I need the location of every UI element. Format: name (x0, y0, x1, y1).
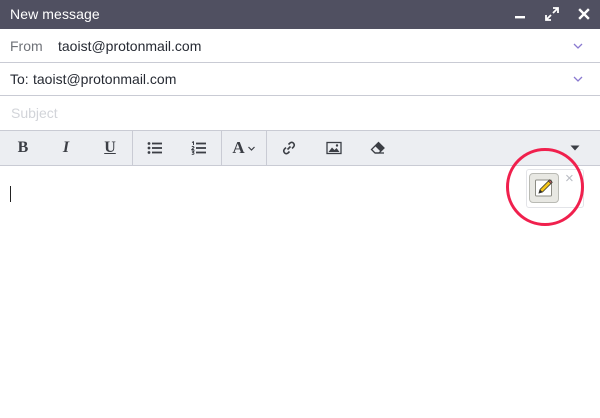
window-title: New message (10, 6, 100, 22)
insert-image-button[interactable] (317, 131, 351, 165)
chevron-down-icon[interactable] (572, 40, 584, 52)
to-row: To: taoist@protonmail.com (0, 63, 600, 96)
link-button[interactable] (272, 131, 306, 165)
underline-button[interactable]: U (93, 131, 127, 165)
recipient-address[interactable]: taoist@protonmail.com (33, 71, 176, 87)
maximize-button[interactable] (542, 4, 562, 24)
minimize-button[interactable] (510, 4, 530, 24)
bold-icon: B (17, 139, 29, 156)
subject-input[interactable] (0, 96, 591, 130)
eraser-icon (370, 141, 385, 154)
from-address[interactable]: taoist@protonmail.com (58, 38, 201, 54)
bulleted-list-button[interactable] (138, 131, 172, 165)
toolbar-divider (266, 131, 267, 165)
caret-down-icon (570, 145, 580, 151)
title-bar: New message (0, 0, 600, 29)
from-label: From (10, 38, 43, 54)
underline-icon: U (104, 139, 116, 156)
to-label: To: (10, 71, 29, 87)
clear-formatting-button[interactable] (361, 131, 395, 165)
bulleted-list-icon (147, 142, 162, 154)
subject-row (0, 96, 600, 131)
chevron-down-icon[interactable] (572, 73, 584, 85)
bold-button[interactable]: B (6, 131, 40, 165)
chevron-down-icon (247, 146, 255, 151)
formatting-toolbar: B I U A (0, 131, 600, 166)
from-row: From taoist@protonmail.com (0, 29, 600, 63)
font-button[interactable]: A (226, 131, 262, 165)
minimize-icon (515, 16, 525, 19)
highlight-circle (506, 148, 584, 226)
maximize-icon (545, 7, 559, 21)
image-icon (326, 141, 342, 155)
numbered-list-icon (191, 141, 206, 155)
close-icon (578, 8, 590, 20)
toolbar-divider (221, 131, 222, 165)
italic-button[interactable]: I (49, 131, 83, 165)
font-icon: A (232, 138, 245, 157)
italic-icon: I (62, 139, 70, 156)
toolbar-divider (132, 131, 133, 165)
link-icon (282, 141, 296, 155)
close-button[interactable] (574, 4, 594, 24)
numbered-list-button[interactable] (182, 131, 216, 165)
text-cursor (10, 186, 11, 202)
